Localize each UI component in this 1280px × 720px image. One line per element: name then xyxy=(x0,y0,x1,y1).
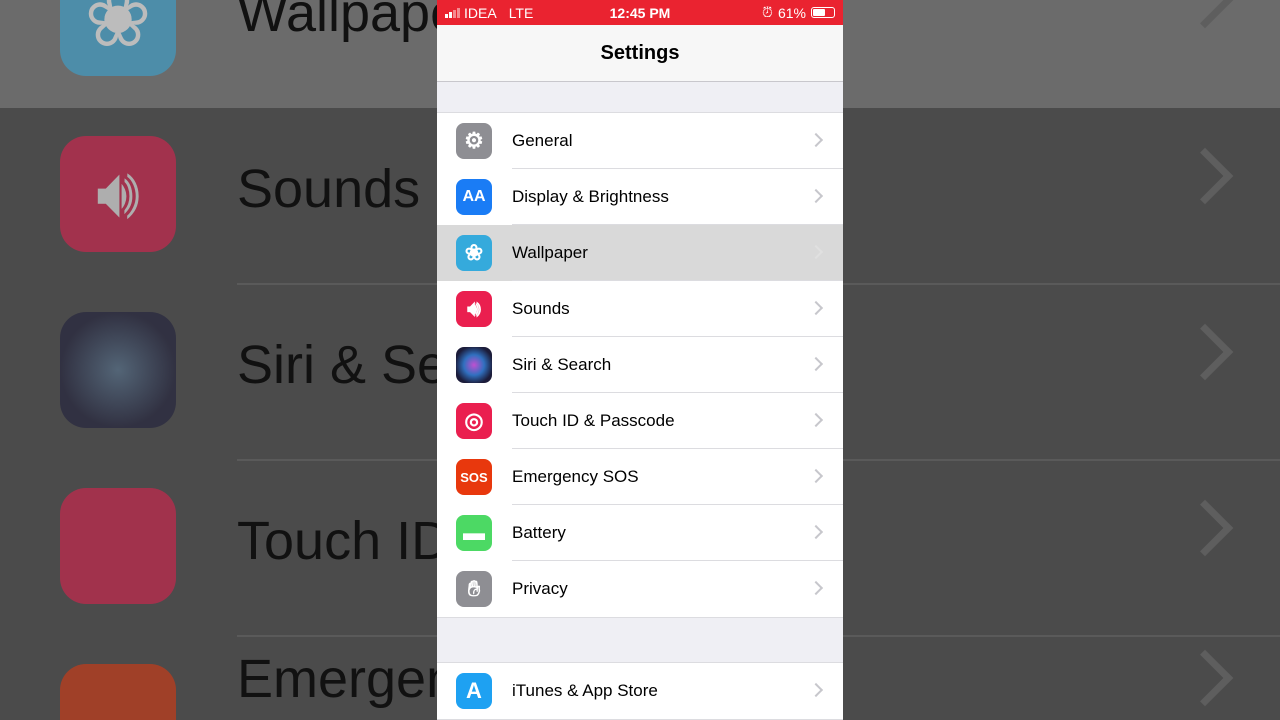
chevron-right-icon xyxy=(808,356,824,372)
row-label: Touch ID & Passcode xyxy=(512,411,675,430)
row-label: Emergency SOS xyxy=(512,467,639,486)
status-bar: IDEA LTE 12:45 PM ⏰︎ 61% xyxy=(437,0,843,25)
chevron-right-icon xyxy=(808,244,824,260)
settings-row-sounds[interactable]: 🔊︎ Sounds xyxy=(437,281,843,337)
settings-row-privacy[interactable]: ✋︎ Privacy xyxy=(437,561,843,617)
speaker-icon: 🔊︎ xyxy=(456,291,492,327)
row-label: iTunes & App Store xyxy=(512,681,658,700)
settings-screen: IDEA LTE 12:45 PM ⏰︎ 61% Settings ⚙ Gener… xyxy=(437,0,843,720)
app-store-icon: A xyxy=(456,673,492,709)
settings-row-general[interactable]: ⚙ General xyxy=(437,113,843,169)
row-label: Battery xyxy=(512,523,566,542)
row-label: Display & Brightness xyxy=(512,187,669,206)
flower-icon: ❀ xyxy=(456,235,492,271)
sos-icon xyxy=(60,664,176,720)
fingerprint-icon xyxy=(60,488,176,604)
chevron-right-icon xyxy=(808,412,824,428)
row-label: Privacy xyxy=(512,579,568,598)
battery-icon xyxy=(811,7,835,18)
chevron-right-icon xyxy=(1176,499,1234,557)
chevron-right-icon xyxy=(808,468,824,484)
settings-row-wallpaper[interactable]: ❀ Wallpaper xyxy=(437,225,843,281)
clock: 12:45 PM xyxy=(609,4,671,21)
row-label: Siri & Search xyxy=(512,355,612,374)
chevron-right-icon xyxy=(808,132,824,148)
chevron-right-icon xyxy=(1176,323,1234,381)
chevron-right-icon xyxy=(808,524,824,540)
flower-icon: ❀ xyxy=(60,0,176,76)
row-label: Wallpaper xyxy=(512,243,588,262)
speaker-icon: 🔊︎ xyxy=(60,136,176,252)
settings-row-siri-search[interactable]: Siri & Search xyxy=(437,337,843,393)
chevron-right-icon xyxy=(1176,649,1234,707)
page-title: Settings xyxy=(437,25,843,82)
siri-icon xyxy=(456,347,492,383)
row-label: General xyxy=(512,131,573,150)
settings-row-emergency-sos[interactable]: SOS Emergency SOS xyxy=(437,449,843,505)
battery-icon: ▬ xyxy=(456,515,492,551)
settings-row-touch-id-passcode[interactable]: ◎ Touch ID & Passcode xyxy=(437,393,843,449)
chevron-right-icon xyxy=(808,580,824,596)
chevron-right-icon xyxy=(1176,0,1234,29)
settings-row-battery[interactable]: ▬ Battery xyxy=(437,505,843,561)
gear-icon: ⚙ xyxy=(456,123,492,159)
fingerprint-icon: ◎ xyxy=(456,403,492,439)
siri-icon xyxy=(60,312,176,428)
chevron-right-icon xyxy=(808,682,824,698)
settings-row-itunes-app-store[interactable]: AiTunes & App Store xyxy=(437,663,843,719)
hand-icon: ✋︎ xyxy=(456,571,492,607)
chevron-right-icon xyxy=(1176,147,1234,205)
chevron-right-icon xyxy=(808,188,824,204)
sos-icon: SOS xyxy=(456,459,492,495)
row-label: Sounds xyxy=(512,299,570,318)
text-size-icon: AA xyxy=(456,179,492,215)
chevron-right-icon xyxy=(808,300,824,316)
settings-group-store: AiTunes & App Store xyxy=(437,662,843,720)
settings-group-main: ⚙ General AA Display & Brightness ❀ Wallpaper… xyxy=(437,112,843,618)
settings-row-display-brightness[interactable]: AA Display & Brightness xyxy=(437,169,843,225)
